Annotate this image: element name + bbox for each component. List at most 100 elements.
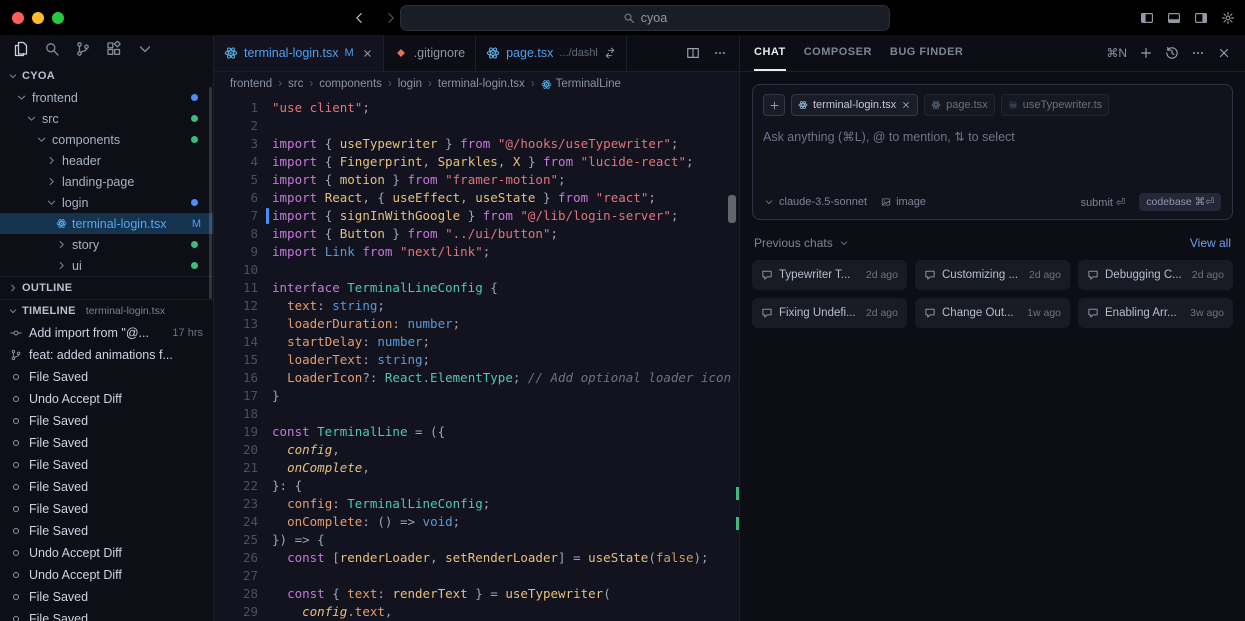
model-selector[interactable]: claude-3.5-sonnet	[764, 196, 867, 208]
submit-hint[interactable]: submit ⏎	[1081, 196, 1126, 209]
close-window-button[interactable]	[12, 12, 24, 24]
editor-scrollbar[interactable]	[728, 195, 736, 223]
activity-search-button[interactable]	[44, 41, 60, 60]
attach-image-button[interactable]: image	[881, 196, 926, 208]
timeline-item[interactable]: feat: added animations f...	[0, 344, 213, 366]
code-line[interactable]: 4import { Fingerprint, Sparkles, X } fro…	[214, 153, 739, 171]
forward-icon[interactable]	[384, 11, 398, 25]
timeline-item[interactable]: Add import from "@...17 hrs	[0, 322, 213, 344]
tree-item-src[interactable]: src	[0, 108, 213, 129]
timeline-item[interactable]: File Saved	[0, 454, 213, 476]
ai-tab-bug-finder[interactable]: BUG FINDER	[890, 35, 963, 71]
previous-chat-card[interactable]: Customizing ...2d ago	[915, 260, 1070, 290]
code-line[interactable]: 18	[214, 405, 739, 423]
chat-input[interactable]: terminal-login.tsxpage.tsxTSuseTypewrite…	[752, 84, 1233, 220]
breadcrumb-item-components[interactable]: components	[319, 78, 382, 90]
code-line[interactable]: 28 const { text: renderText } = useTypew…	[214, 585, 739, 603]
timeline-item[interactable]: File Saved	[0, 366, 213, 388]
timeline-item[interactable]: File Saved	[0, 586, 213, 608]
tree-item-components[interactable]: components	[0, 129, 213, 150]
explorer-section-header[interactable]: CYOA	[0, 65, 213, 87]
ai-tab-composer[interactable]: COMPOSER	[804, 35, 872, 71]
code-line[interactable]: 13 loaderDuration: number;	[214, 315, 739, 333]
activity-chevron-down-button[interactable]	[137, 41, 153, 60]
previous-chat-card[interactable]: Debugging C...2d ago	[1078, 260, 1233, 290]
timeline-item[interactable]: Undo Accept Diff	[0, 564, 213, 586]
more-actions-icon[interactable]	[713, 46, 727, 60]
code-line[interactable]: 3import { useTypewriter } from "@/hooks/…	[214, 135, 739, 153]
code-line[interactable]: 22}: {	[214, 477, 739, 495]
timeline-item[interactable]: File Saved	[0, 410, 213, 432]
tree-item-login[interactable]: login	[0, 192, 213, 213]
toggle-panel-right-button[interactable]	[1194, 11, 1208, 25]
timeline-item[interactable]: File Saved	[0, 520, 213, 542]
code-line[interactable]: 25}) => {	[214, 531, 739, 549]
code-line[interactable]: 7import { signInWithGoogle } from "@/lib…	[214, 207, 739, 225]
code-line[interactable]: 20 config,	[214, 441, 739, 459]
code-line[interactable]: 5import { motion } from "framer-motion";	[214, 171, 739, 189]
timeline-item[interactable]: File Saved	[0, 476, 213, 498]
timeline-item[interactable]: Undo Accept Diff	[0, 542, 213, 564]
editor-tab-gitignore[interactable]: .gitignore	[384, 35, 476, 71]
tree-item-story[interactable]: story	[0, 234, 213, 255]
close-button[interactable]	[1217, 46, 1231, 60]
activity-extensions-button[interactable]	[106, 41, 122, 60]
editor-tab-page-tsx[interactable]: page.tsx.../dashl	[476, 35, 627, 71]
activity-source-control-button[interactable]	[75, 41, 91, 60]
sidebar-scrollbar[interactable]	[209, 87, 212, 299]
codebase-hint[interactable]: codebase ⌘⏎	[1139, 193, 1221, 211]
toggle-gear-button[interactable]	[1221, 11, 1235, 25]
breadcrumb-item-login[interactable]: login	[398, 78, 422, 90]
code-line[interactable]: 17}	[214, 387, 739, 405]
split-editor-icon[interactable]	[686, 46, 700, 60]
timeline-section-header[interactable]: TIMELINE terminal-login.tsx	[0, 299, 213, 322]
add-context-button[interactable]	[763, 94, 785, 116]
code-line[interactable]: 11interface TerminalLineConfig {	[214, 279, 739, 297]
command-search-box[interactable]: cyoa	[400, 5, 890, 31]
code-line[interactable]: 24 onComplete: () => void;	[214, 513, 739, 531]
history-button[interactable]	[1165, 46, 1179, 60]
minimize-window-button[interactable]	[32, 12, 44, 24]
tree-item-ui[interactable]: ui	[0, 255, 213, 276]
timeline-item[interactable]: File Saved	[0, 432, 213, 454]
back-icon[interactable]	[352, 11, 366, 25]
code-line[interactable]: 8import { Button } from "../ui/button";	[214, 225, 739, 243]
code-line[interactable]: 27	[214, 567, 739, 585]
code-line[interactable]: 9import Link from "next/link";	[214, 243, 739, 261]
toggle-panel-bottom-button[interactable]	[1167, 11, 1181, 25]
code-line[interactable]: 6import React, { useEffect, useState } f…	[214, 189, 739, 207]
breadcrumb-item-frontend[interactable]: frontend	[230, 78, 272, 90]
previous-chat-card[interactable]: Fixing Undefi...2d ago	[752, 298, 907, 328]
plus-button[interactable]	[1139, 46, 1153, 60]
code-line[interactable]: 23 config: TerminalLineConfig;	[214, 495, 739, 513]
previous-chat-card[interactable]: Typewriter T...2d ago	[752, 260, 907, 290]
chevron-down-icon[interactable]	[839, 238, 849, 248]
code-line[interactable]: 16 LoaderIcon?: React.ElementType; // Ad…	[214, 369, 739, 387]
breadcrumb-item-src[interactable]: src	[288, 78, 303, 90]
breadcrumb-item-terminalline[interactable]: TerminalLine	[541, 78, 621, 90]
code-line[interactable]: 2	[214, 117, 739, 135]
toggle-panel-left-button[interactable]	[1140, 11, 1154, 25]
editor-tab-terminal-login-tsx[interactable]: terminal-login.tsxM	[214, 35, 384, 71]
timeline-item[interactable]: File Saved	[0, 498, 213, 520]
tree-item-terminal-login-tsx[interactable]: terminal-login.tsxM	[0, 213, 213, 234]
context-chip-terminal-login-tsx[interactable]: terminal-login.tsx	[791, 94, 918, 116]
code-line[interactable]: 21 onComplete,	[214, 459, 739, 477]
previous-chat-card[interactable]: Change Out...1w ago	[915, 298, 1070, 328]
code-line[interactable]: 29 config.text,	[214, 603, 739, 621]
view-all-link[interactable]: View all	[1190, 236, 1231, 250]
close-tab-icon[interactable]	[362, 48, 373, 59]
outline-section-header[interactable]: OUTLINE	[0, 276, 213, 299]
more-button[interactable]	[1191, 46, 1205, 60]
code-line[interactable]: 26 const [renderLoader, setRenderLoader]…	[214, 549, 739, 567]
code-line[interactable]: 12 text: string;	[214, 297, 739, 315]
tree-item-landing-page[interactable]: landing-page	[0, 171, 213, 192]
activity-explorer-button[interactable]	[13, 41, 29, 60]
code-line[interactable]: 14 startDelay: number;	[214, 333, 739, 351]
code-line[interactable]: 1"use client";	[214, 99, 739, 117]
context-chip-page-tsx[interactable]: page.tsx	[924, 94, 995, 116]
timeline-item[interactable]: Undo Accept Diff	[0, 388, 213, 410]
timeline-item[interactable]: File Saved	[0, 608, 213, 621]
previous-chat-card[interactable]: Enabling Arr...3w ago	[1078, 298, 1233, 328]
code-line[interactable]: 15 loaderText: string;	[214, 351, 739, 369]
